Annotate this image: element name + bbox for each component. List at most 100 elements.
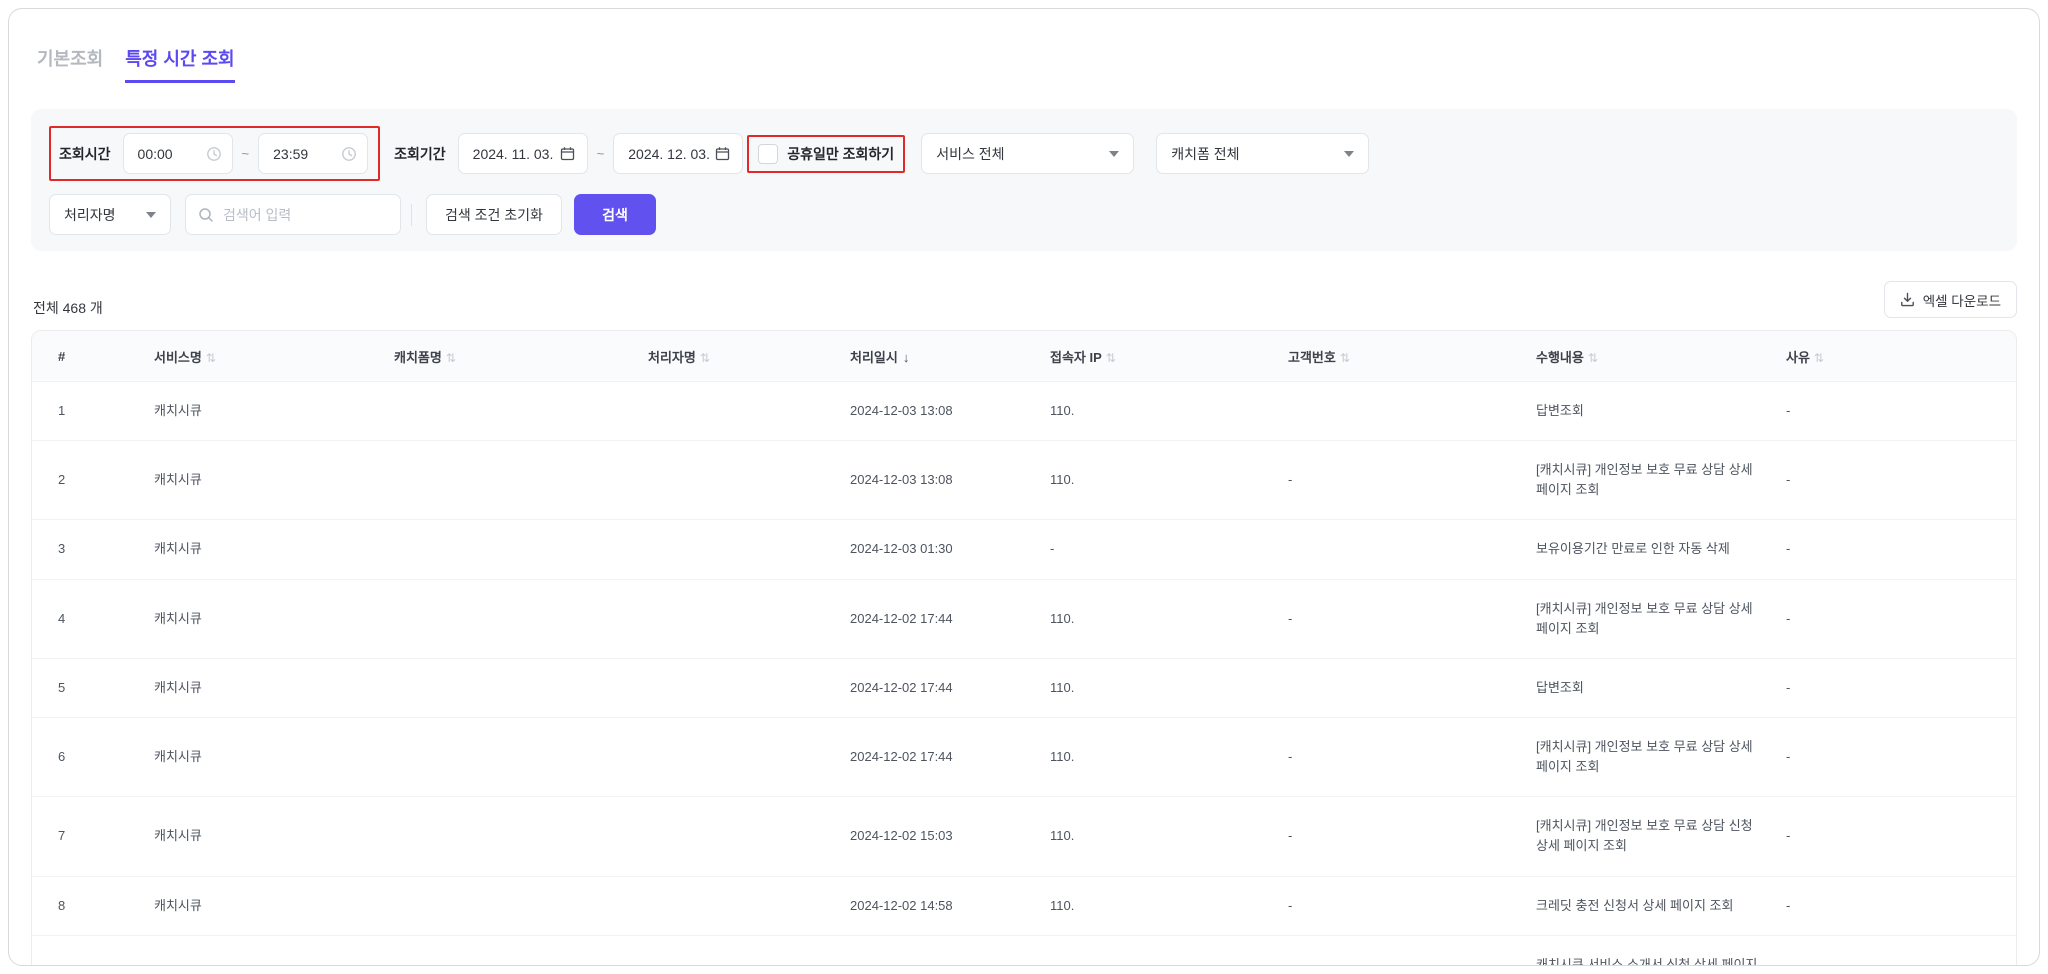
cell-num: 6: [58, 749, 66, 765]
cell-customer: -: [1288, 935, 1536, 965]
cell-handler: [648, 520, 850, 579]
column-label: #: [58, 349, 66, 364]
column-header[interactable]: 캐치폼명 ⇅: [394, 331, 648, 381]
cell-ip: 110.: [1050, 935, 1288, 965]
tab-basic-query[interactable]: 기본조회: [37, 45, 103, 83]
cell-handler: [648, 935, 850, 965]
time-from-value: 00:00: [137, 145, 173, 162]
sort-icon[interactable]: ⇅: [1814, 351, 1824, 365]
cell-num: 8: [58, 897, 66, 913]
excel-download-label: 엑셀 다운로드: [1922, 293, 2001, 309]
calendar-icon[interactable]: [715, 146, 730, 161]
catchform-select[interactable]: 캐치폼 전체: [1156, 133, 1370, 174]
excel-download-button[interactable]: 엑셀 다운로드: [1883, 281, 2017, 318]
sort-icon[interactable]: ⇅: [206, 351, 216, 365]
clock-icon[interactable]: [206, 146, 222, 162]
column-label: 고객번호: [1288, 350, 1336, 365]
cell-catchform: [394, 520, 648, 579]
date-tilde: ~: [596, 146, 605, 161]
holiday-checkbox[interactable]: [758, 143, 779, 164]
column-label: 접속자 IP: [1050, 350, 1102, 365]
cell-handler: [648, 717, 850, 796]
cell-num: 1: [58, 403, 66, 418]
time-to-value: 23:59: [273, 145, 309, 162]
column-label: 캐치폼명: [394, 350, 442, 365]
holiday-checkbox-label[interactable]: 공휴일만 조회하기: [787, 144, 894, 164]
filter-row-top: 조회시간 00:00 ~ 23:59 조회기간 2024. 11. 03. ~ …: [49, 126, 1999, 181]
cell-action: 캐치시큐 서비스 소개서 신청 상세 페이지 조회: [1536, 956, 1758, 966]
table-row: 4 캐치시큐 2024-12-02 17:44 110. - [캐치시큐] 개인정보 보호…: [32, 579, 2016, 658]
cell-action: [캐치시큐] 개인정보 보호 무료 상담 상세 페이지 조회: [1536, 738, 1753, 775]
cell-reason: -: [1786, 679, 1791, 695]
cell-num: 3: [58, 541, 66, 557]
sort-icon[interactable]: ⇅: [446, 351, 456, 365]
cell-action: 크레딧 충전 신청서 상세 페이지 조회: [1536, 897, 1734, 913]
date-from-input[interactable]: 2024. 11. 03.: [457, 133, 588, 174]
tab-specific-time-query[interactable]: 특정 시간 조회: [125, 45, 235, 83]
cell-reason: -: [1786, 610, 1791, 626]
column-header[interactable]: 처리일시 ↓: [850, 331, 1050, 381]
service-select[interactable]: 서비스 전체: [921, 133, 1135, 174]
column-header[interactable]: 처리자명 ⇅: [648, 331, 850, 381]
cell-handler: [648, 797, 850, 876]
cell-num: 2: [58, 472, 66, 488]
sort-icon[interactable]: ⇅: [1588, 351, 1598, 365]
cell-action: [캐치시큐] 개인정보 보호 무료 상담 상세 페이지 조회: [1536, 462, 1753, 498]
table-row: 8 캐치시큐 2024-12-02 14:58 110. - 크레딧 충전 신청서 상세 …: [32, 876, 2016, 935]
column-header[interactable]: 접속자 IP ⇅: [1050, 331, 1288, 381]
table-header-row: # 서비스명 ⇅ 캐치폼명 ⇅ 처리자명 ⇅ 처리일시 ↓ 접속자 IP ⇅ 고객번호 ⇅ 수행내용 ⇅ 사유…: [32, 331, 2016, 382]
time-to-input[interactable]: 23:59: [258, 133, 369, 174]
column-label: 서비스명: [154, 350, 202, 365]
clock-icon[interactable]: [341, 146, 357, 162]
date-to-input[interactable]: 2024. 12. 03.: [613, 133, 744, 174]
cell-datetime: 2024-12-02 17:44: [850, 610, 953, 626]
column-header[interactable]: 사유 ⇅: [1786, 331, 2016, 381]
cell-reason: -: [1786, 472, 1791, 488]
cell-catchform: [394, 935, 648, 965]
cell-customer: -: [1288, 828, 1293, 844]
cell-reason: -: [1786, 403, 1791, 418]
cell-num: 7: [58, 828, 66, 844]
column-label: 수행내용: [1536, 350, 1584, 365]
table-row: 9캐치시큐2024-12-02 14:55110.-캐치시큐 서비스 소개서 신…: [32, 935, 2016, 966]
cell-datetime: 2024-12-02 17:44: [850, 749, 953, 765]
column-header[interactable]: 고객번호 ⇅: [1288, 331, 1536, 381]
cell-action: 보유이용기간 만료로 인한 자동 삭제: [1536, 541, 1730, 557]
sort-icon[interactable]: ⇅: [700, 351, 710, 365]
total-count: 전체 468 개: [33, 300, 103, 316]
cell-customer: -: [1288, 897, 1293, 913]
cell-service: 캐치시큐: [154, 679, 202, 695]
search-input[interactable]: 검색어 입력: [185, 194, 401, 235]
cell-service: 캐치시큐: [154, 541, 202, 557]
cell-customer: [1288, 658, 1536, 717]
download-icon: [1900, 292, 1915, 307]
time-from-input[interactable]: 00:00: [122, 133, 233, 174]
cell-datetime: 2024-12-02 15:03: [850, 828, 953, 844]
chevron-down-icon: [146, 211, 156, 218]
cell-service: 캐치시큐: [154, 610, 202, 626]
cell-customer: -: [1288, 610, 1293, 626]
cell-num: 5: [58, 679, 66, 695]
cell-service: 캐치시큐: [154, 828, 202, 844]
date-from-value: 2024. 11. 03.: [472, 145, 554, 162]
cell-ip: 110.: [1050, 610, 1075, 626]
sort-icon[interactable]: ⇅: [1340, 351, 1350, 365]
table-body: 1 캐치시큐 2024-12-03 13:08 110. 답변조회 - 2 캐치시큐 2024-…: [32, 381, 2016, 966]
calendar-icon[interactable]: [560, 146, 575, 161]
app-window: 기본조회 특정 시간 조회 조회시간 00:00 ~ 23:59 조회기간 20…: [8, 8, 2040, 966]
cell-handler: [648, 876, 850, 935]
search-field-select[interactable]: 처리자명: [49, 194, 171, 235]
table-row: 5 캐치시큐 2024-12-02 17:44 110. 답변조회 -: [32, 658, 2016, 717]
date-to-value: 2024. 12. 03.: [628, 145, 710, 162]
column-header[interactable]: 서비스명 ⇅: [154, 331, 394, 381]
sort-icon[interactable]: ⇅: [1106, 351, 1116, 365]
search-button[interactable]: 검색: [573, 194, 656, 235]
catchform-select-value: 캐치폼 전체: [1171, 145, 1240, 162]
cell-action: 답변조회: [1536, 679, 1584, 695]
sort-desc-icon[interactable]: ↓: [903, 350, 910, 365]
cell-action: [캐치시큐] 개인정보 보호 무료 상담 상세 페이지 조회: [1536, 600, 1753, 636]
reset-filters-button[interactable]: 검색 조건 초기화: [426, 194, 562, 235]
column-header[interactable]: 수행내용 ⇅: [1536, 331, 1786, 381]
cell-catchform: [394, 579, 648, 658]
tab-bar: 기본조회 특정 시간 조회: [31, 45, 2017, 83]
